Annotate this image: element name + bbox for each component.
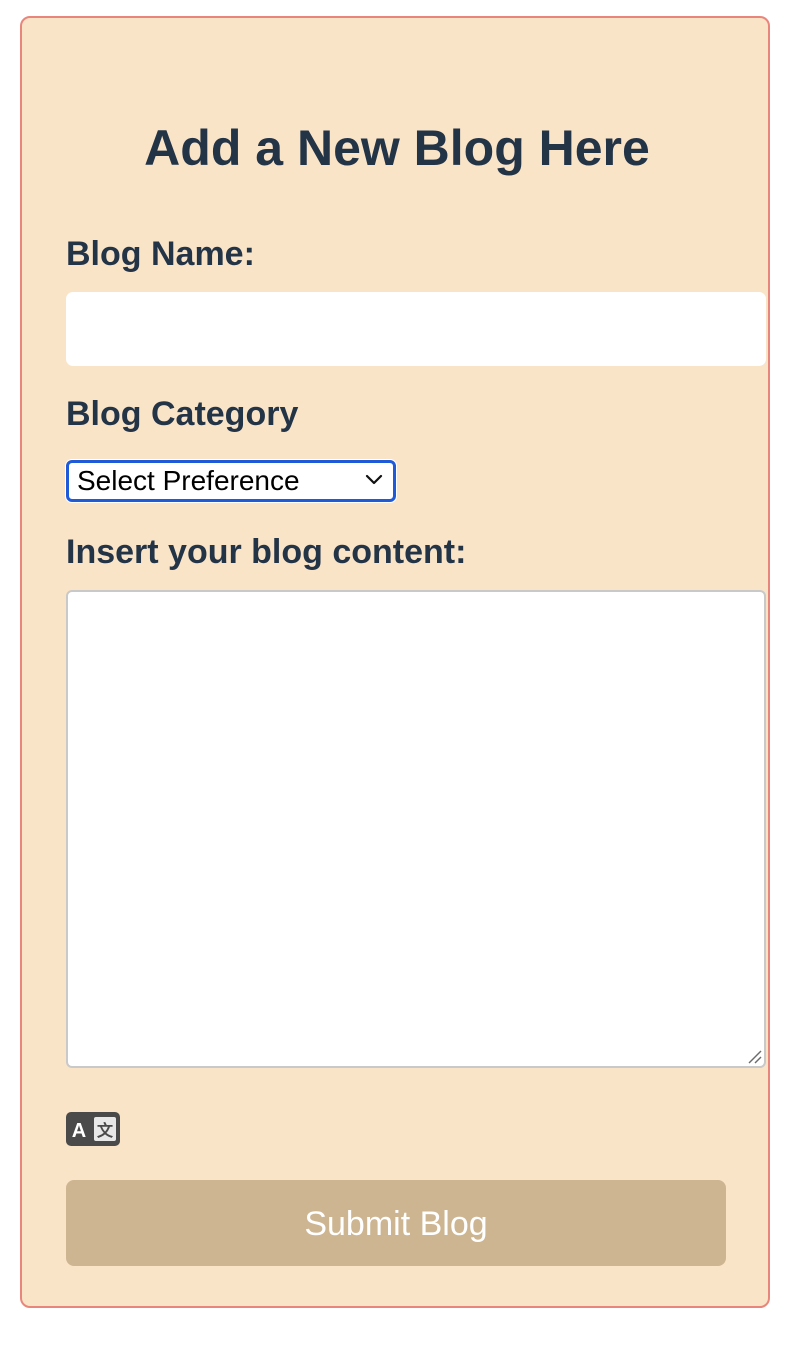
blog-content-label: Insert your blog content: <box>66 533 467 571</box>
blog-category-select[interactable]: Select Preference <box>66 460 396 502</box>
blog-form-card: Add a New Blog Here Blog Name: Blog Cate… <box>20 16 770 1308</box>
resize-handle-icon[interactable] <box>746 1048 762 1064</box>
svg-text:文: 文 <box>97 1121 114 1140</box>
form-title: Add a New Blog Here <box>144 120 650 176</box>
blog-content-textarea[interactable] <box>66 590 766 1068</box>
blog-category-selected-value: Select Preference <box>77 465 300 496</box>
chevron-down-icon <box>365 474 383 485</box>
blog-name-label: Blog Name: <box>66 235 255 273</box>
blog-category-label: Blog Category <box>66 395 299 433</box>
translate-icon[interactable]: A 文 <box>66 1112 120 1146</box>
svg-text:A: A <box>72 1120 86 1142</box>
blog-name-input[interactable] <box>66 292 766 366</box>
submit-blog-button[interactable]: Submit Blog <box>66 1180 726 1266</box>
